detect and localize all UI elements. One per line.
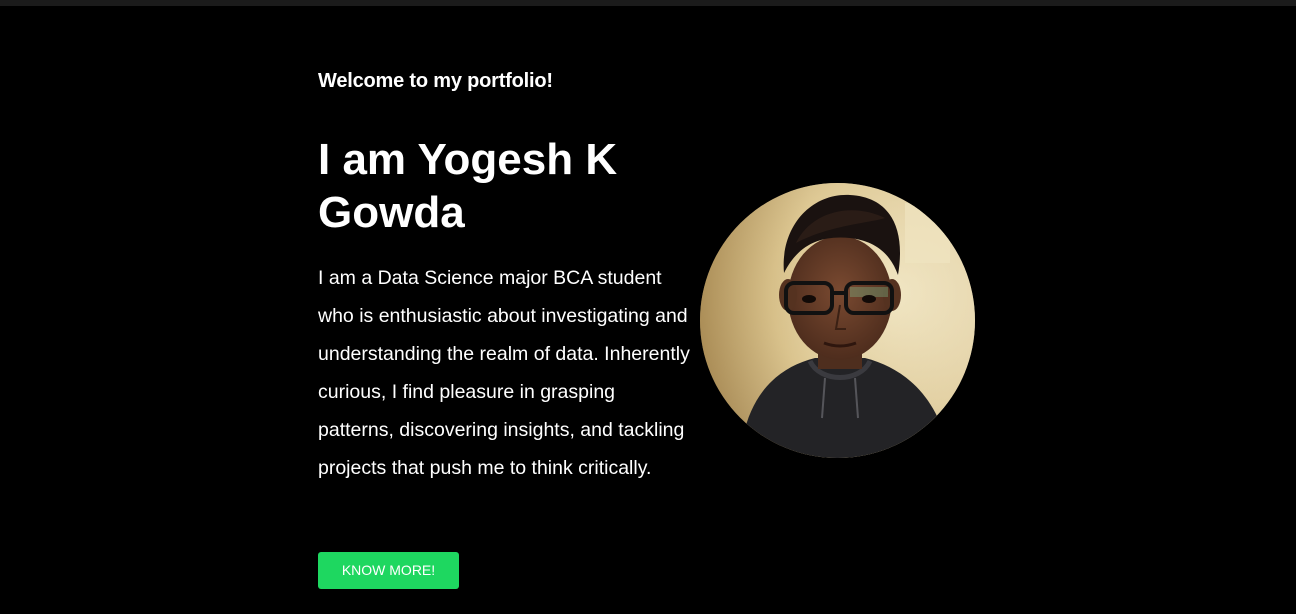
profile-photo <box>700 183 975 458</box>
welcome-text: Welcome to my portfolio! <box>318 70 553 92</box>
bio-text: I am a Data Science major BCA student wh… <box>318 267 690 479</box>
know-more-button[interactable]: KNOW MORE! <box>318 552 459 589</box>
page-title: I am Yogesh K Gowda <box>318 135 618 237</box>
